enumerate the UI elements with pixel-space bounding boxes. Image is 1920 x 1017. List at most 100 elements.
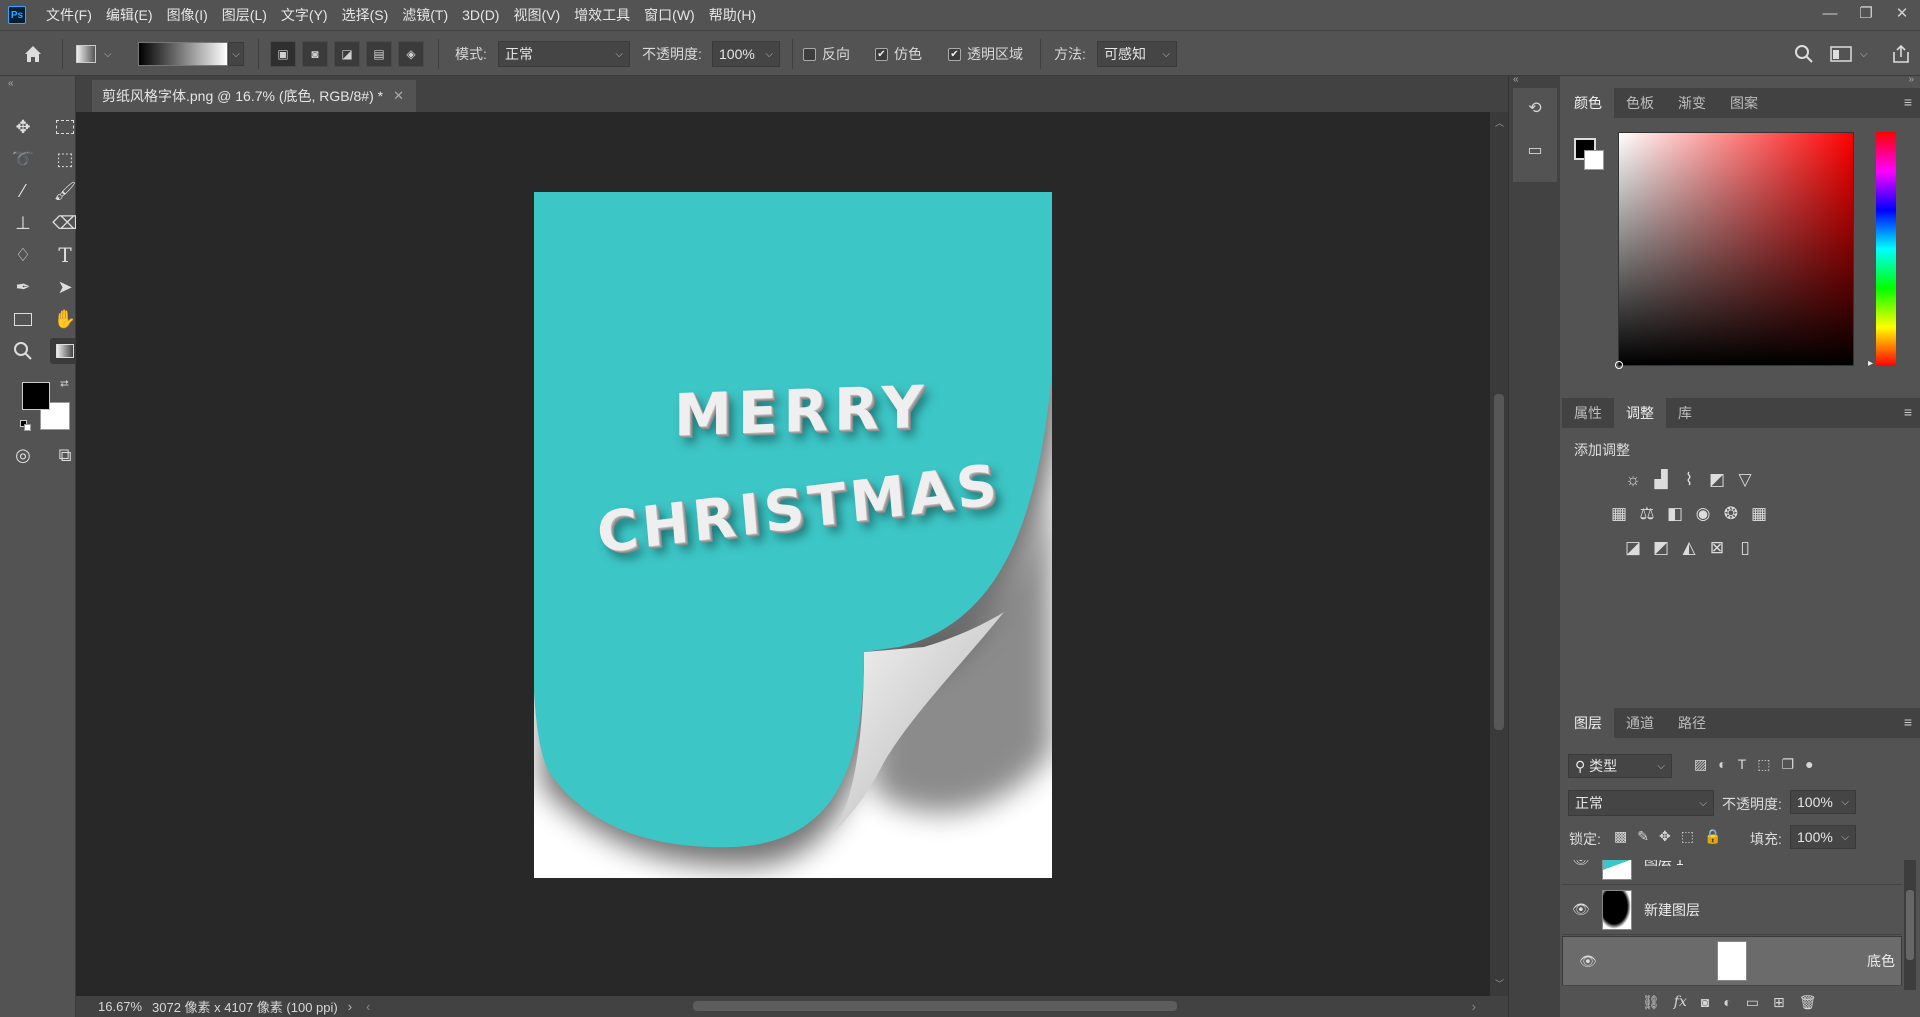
layers-scroll-thumb[interactable] (1906, 890, 1914, 960)
gradient-editor[interactable]: ⌵ (138, 31, 244, 77)
scroll-right-icon[interactable]: › (1472, 999, 1476, 1014)
filter-smart-object-icon[interactable]: ❐ (1782, 756, 1795, 773)
method-select[interactable]: 可感知 ⌵ (1097, 41, 1177, 67)
panel-menu-icon[interactable]: ≡ (1904, 714, 1912, 730)
history-icon[interactable]: ⟲ (1525, 98, 1545, 118)
tab-channels[interactable]: 通道 (1614, 708, 1666, 738)
layer-filter-select[interactable]: ⚲ 类型 ⌵ (1568, 754, 1672, 778)
add-mask-icon[interactable]: ◙ (1701, 994, 1709, 1011)
search-button[interactable] (1794, 31, 1814, 77)
share-button[interactable] (1892, 31, 1910, 77)
lock-transparent-icon[interactable]: ▩ (1614, 828, 1627, 845)
posterize-icon[interactable]: ◩ (1649, 537, 1673, 559)
layer-row[interactable]: 👁 底色 (1562, 936, 1902, 986)
rectangle-tool[interactable] (8, 306, 38, 332)
angle-gradient-button[interactable]: ◪ (334, 41, 360, 67)
menu-view[interactable]: 视图(V) (507, 0, 568, 30)
scroll-left-icon[interactable]: ‹ (366, 999, 370, 1014)
zoom-level[interactable]: 16.67% (98, 999, 148, 1014)
default-colors-icon[interactable] (20, 420, 32, 432)
home-button[interactable] (22, 31, 44, 77)
menu-plugins[interactable]: 增效工具 (568, 0, 638, 30)
hue-slider-handle[interactable]: ▸ (1868, 358, 1873, 369)
radial-gradient-button[interactable]: ◙ (302, 41, 328, 67)
menu-image[interactable]: 图像(I) (161, 0, 216, 30)
linear-gradient-button[interactable]: ▣ (270, 41, 296, 67)
reverse-checkbox[interactable]: 反向 (803, 31, 850, 77)
menu-type[interactable]: 文字(Y) (275, 0, 336, 30)
zoom-tool[interactable] (8, 338, 38, 364)
layer-opacity-input[interactable]: 100% ⌵ (1790, 790, 1856, 814)
menu-window[interactable]: 窗口(W) (638, 0, 703, 30)
selective-color-icon[interactable]: ⊠ (1705, 537, 1729, 559)
restore-button[interactable]: ❐ (1848, 0, 1884, 26)
mode-select[interactable]: 正常 ⌵ (498, 41, 630, 67)
color-balance-icon[interactable]: ⚖ (1635, 503, 1659, 525)
menu-filter[interactable]: 滤镜(T) (396, 0, 456, 30)
tool-preset-picker[interactable]: ⌵ (76, 31, 112, 77)
scroll-down-icon[interactable]: ﹀ (1495, 977, 1504, 990)
move-tool[interactable]: ✥ (8, 114, 38, 140)
levels-icon[interactable]: ▟ (1649, 469, 1673, 491)
visibility-eye-icon[interactable]: 👁 (1572, 860, 1590, 868)
vibrance-icon[interactable]: ▽ (1733, 469, 1757, 491)
menu-edit[interactable]: 编辑(E) (100, 0, 161, 30)
visibility-eye-icon[interactable]: 👁 (1579, 953, 1597, 970)
canvas-area[interactable]: MERRY CHRISTMAS (76, 112, 1490, 996)
document-tab[interactable]: 剪纸风格字体.png @ 16.7% (底色, RGB/8#) * ✕ (92, 80, 416, 112)
tab-libraries[interactable]: 库 (1666, 398, 1704, 428)
stamp-tool[interactable]: ⊥ (8, 210, 38, 236)
menu-select[interactable]: 选择(S) (336, 0, 397, 30)
tab-properties[interactable]: 属性 (1562, 398, 1614, 428)
filter-pixel-icon[interactable]: ▨ (1694, 756, 1707, 773)
color-lookup-icon[interactable]: ▦ (1747, 503, 1771, 525)
tab-patterns[interactable]: 图案 (1718, 88, 1770, 118)
visibility-eye-icon[interactable]: 👁 (1572, 901, 1590, 918)
fill-input[interactable]: 100% ⌵ (1790, 825, 1856, 849)
vertical-scrollbar[interactable]: ︿ ﹀ (1490, 112, 1508, 996)
dither-checkbox[interactable]: ✔ 仿色 (875, 31, 922, 77)
reflected-gradient-button[interactable]: ▤ (366, 41, 392, 67)
filter-adjustment-icon[interactable]: ◐ (1718, 756, 1726, 773)
opacity-input[interactable]: 100% ⌵ (712, 41, 780, 67)
layer-style-icon[interactable]: fx (1674, 994, 1687, 1011)
tab-color[interactable]: 颜色 (1562, 88, 1614, 118)
lasso-tool[interactable]: ➰ (8, 146, 38, 172)
tab-layers[interactable]: 图层 (1562, 708, 1614, 738)
diamond-gradient-button[interactable]: ◈ (398, 41, 424, 67)
panel-menu-icon[interactable]: ≡ (1904, 404, 1912, 420)
invert-icon[interactable]: ◪ (1621, 537, 1645, 559)
menu-help[interactable]: 帮助(H) (703, 0, 764, 30)
eyedropper-tool[interactable]: ⁄ (8, 178, 38, 204)
tab-adjustments[interactable]: 调整 (1614, 398, 1666, 428)
new-adjustment-layer-icon[interactable]: ◐ (1723, 994, 1731, 1011)
layer-row[interactable]: 👁 新建图层 (1562, 885, 1902, 935)
transparency-checkbox[interactable]: ✔ 透明区域 (948, 31, 1023, 77)
tab-paths[interactable]: 路径 (1666, 708, 1718, 738)
comments-icon[interactable]: ▭ (1525, 140, 1545, 160)
threshold-icon[interactable]: ◭ (1677, 537, 1701, 559)
close-tab-icon[interactable]: ✕ (393, 88, 404, 104)
minimize-button[interactable]: — (1812, 0, 1848, 26)
brightness-icon[interactable]: ☼ (1621, 469, 1645, 491)
filter-toggle-icon[interactable]: ● (1805, 756, 1813, 773)
lock-position-icon[interactable]: ✥ (1659, 828, 1671, 845)
menu-3d[interactable]: 3D(D) (456, 0, 507, 30)
menu-file[interactable]: 文件(F) (40, 0, 100, 30)
vertical-scroll-thumb[interactable] (1494, 394, 1504, 730)
black-white-icon[interactable]: ◧ (1663, 503, 1687, 525)
photo-filter-icon[interactable]: ◉ (1691, 503, 1715, 525)
background-swatch[interactable] (1584, 150, 1604, 170)
blend-mode-select[interactable]: 正常 ⌵ (1568, 790, 1714, 816)
tab-gradients[interactable]: 渐变 (1666, 88, 1718, 118)
collapse-icon[interactable]: « (8, 78, 14, 89)
hue-saturation-icon[interactable]: ▦ (1607, 503, 1631, 525)
foreground-color-swatch[interactable] (22, 382, 50, 410)
history-brush-tool[interactable]: ♢ (8, 242, 38, 268)
scroll-up-icon[interactable]: ︿ (1495, 116, 1504, 129)
lock-all-icon[interactable]: 🔒 (1704, 828, 1721, 845)
quick-mask-button[interactable]: ◎ (8, 442, 38, 468)
tab-swatches[interactable]: 色板 (1614, 88, 1666, 118)
pen-tool[interactable]: ✒ (8, 274, 38, 300)
panel-menu-icon[interactable]: ≡ (1904, 94, 1912, 110)
